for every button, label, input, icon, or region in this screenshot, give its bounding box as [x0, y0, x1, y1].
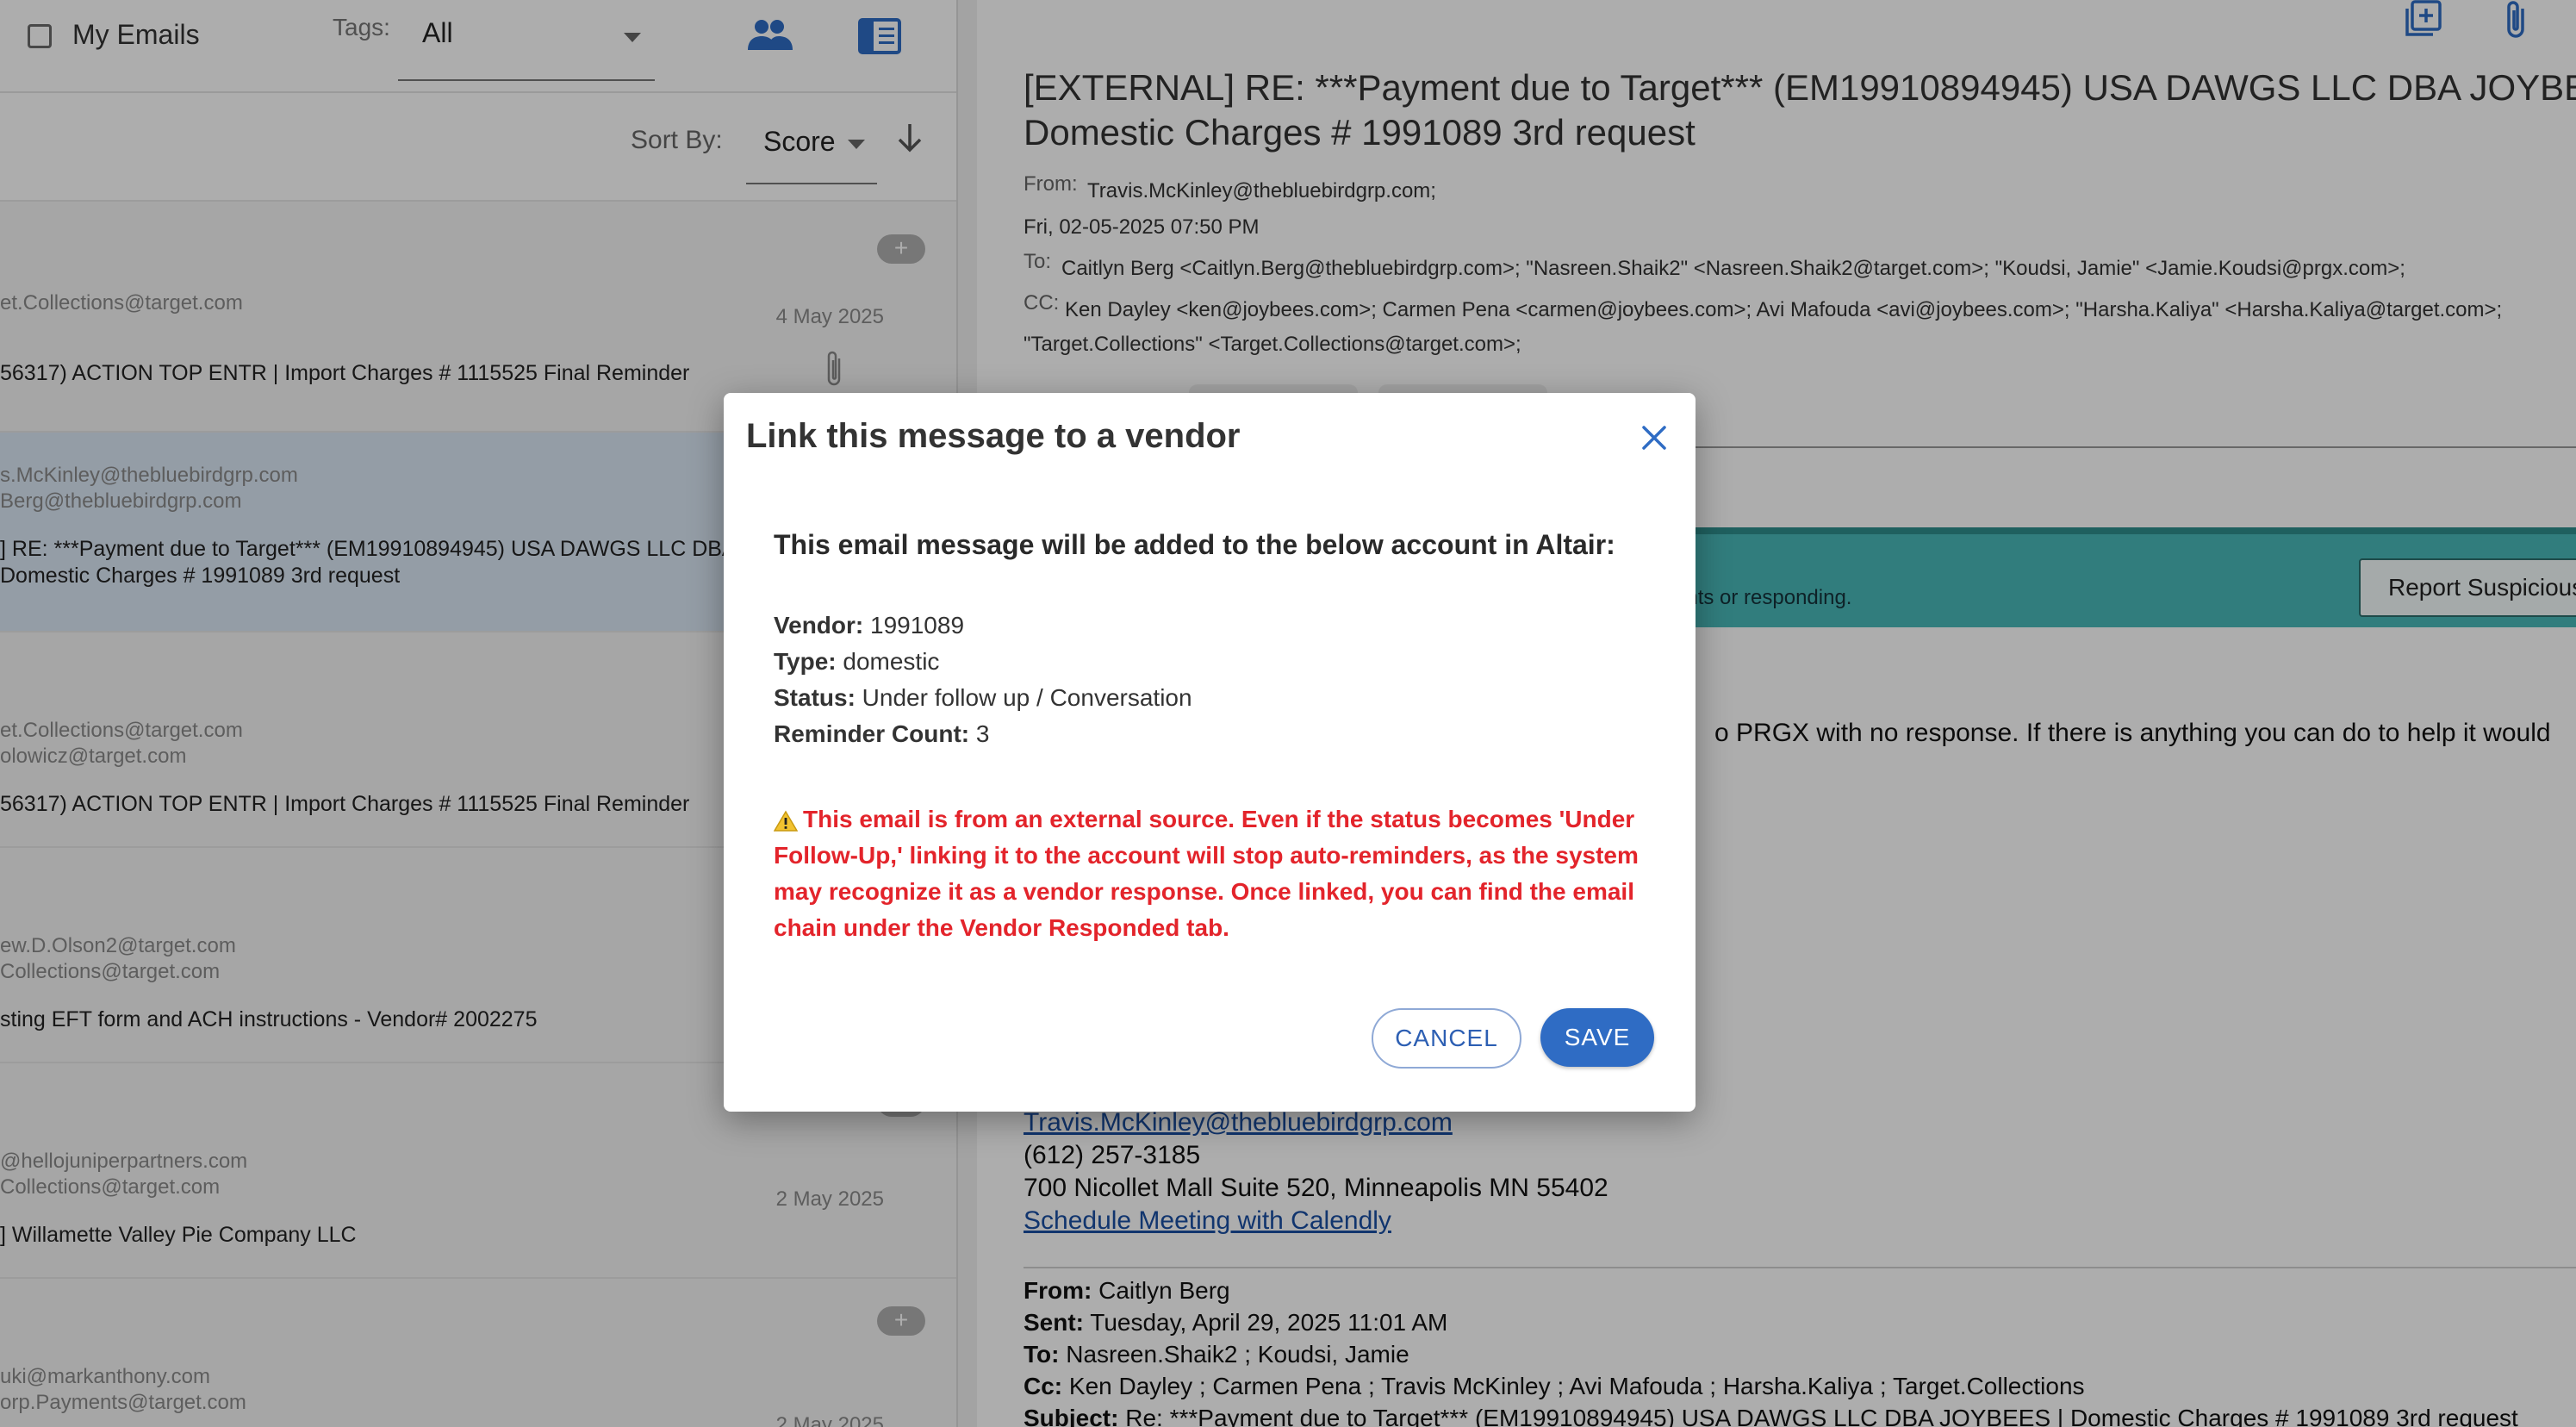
type-field: Type: domestic — [774, 648, 940, 675]
cancel-button[interactable]: CANCEL — [1372, 1008, 1521, 1069]
dialog-intro: This email message will be added to the … — [774, 529, 1615, 560]
close-icon[interactable] — [1637, 421, 1671, 455]
dialog-title: Link this message to a vendor — [746, 417, 1241, 455]
warning-text: This email is from an external source. E… — [774, 806, 1639, 941]
status-field: Status: Under follow up / Conversation — [774, 684, 1192, 711]
link-vendor-dialog: Link this message to a vendor This email… — [724, 393, 1696, 1112]
external-source-warning: This email is from an external source. E… — [774, 801, 1644, 946]
save-button[interactable]: SAVE — [1540, 1008, 1654, 1067]
warning-icon — [774, 810, 798, 832]
reminder-count-field: Reminder Count: 3 — [774, 720, 990, 747]
vendor-field: Vendor: 1991089 — [774, 612, 965, 639]
